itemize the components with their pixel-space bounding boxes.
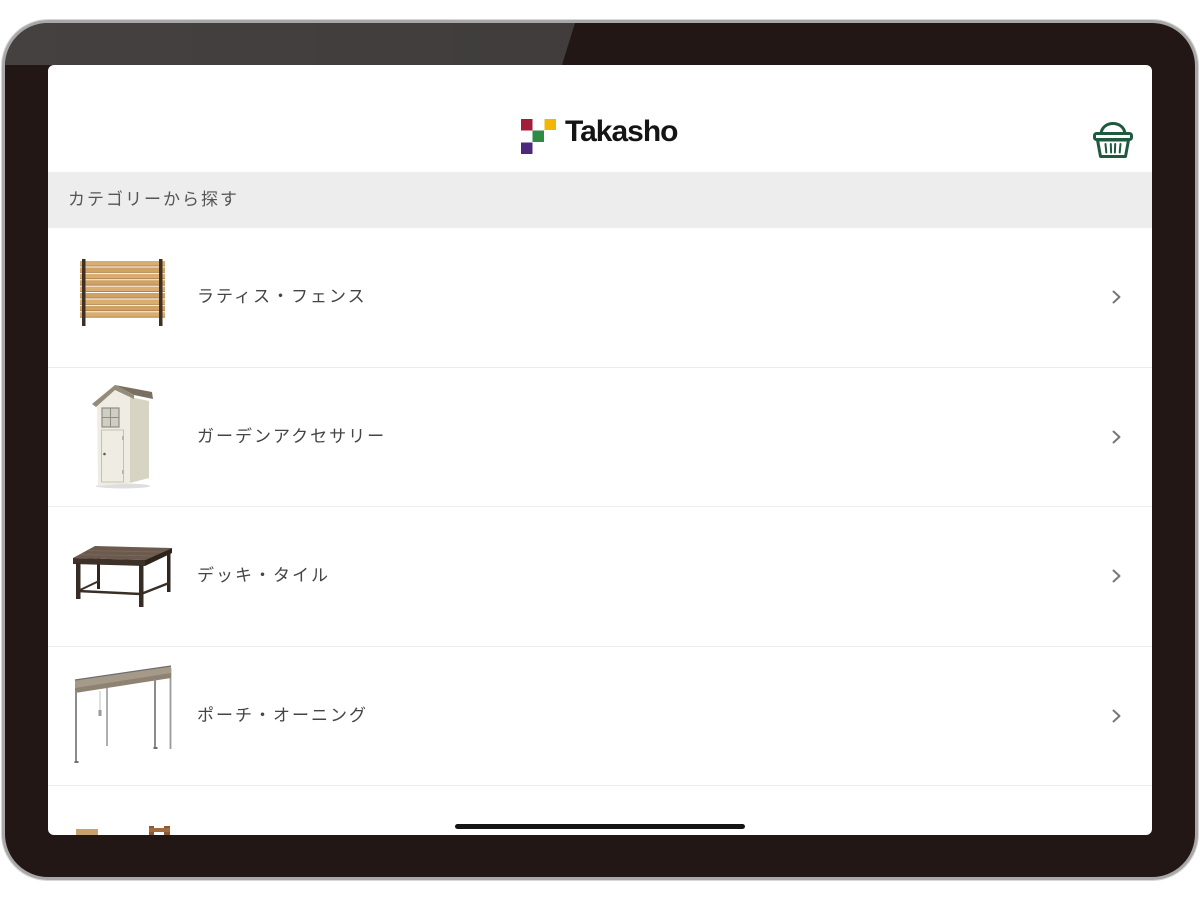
- wooden-item-picture: [76, 826, 170, 835]
- category-item-deck-tile[interactable]: デッキ・タイル: [48, 507, 1152, 647]
- logo-square-red: [521, 119, 533, 131]
- porch-awning-picture: [74, 665, 172, 763]
- app-screen: Takasho カテゴリーから探す ラティス・フェンス ガーデンアクセサリー デ…: [48, 65, 1152, 835]
- section-title: カテゴリーから探す: [68, 190, 239, 210]
- category-label: ラティス・フェンス: [197, 287, 367, 308]
- porch-awning-image: [72, 661, 172, 771]
- deck-table-image: [72, 521, 172, 631]
- home-indicator: [455, 824, 745, 829]
- wooden-item-image: [72, 800, 172, 835]
- deck-table-picture: [73, 546, 172, 608]
- category-item-garden-accessory[interactable]: ガーデンアクセサリー: [48, 368, 1152, 507]
- logo-square-yellow: [544, 119, 556, 130]
- category-list: ラティス・フェンス ガーデンアクセサリー デッキ・タイル ポーチ・オーニング: [48, 228, 1152, 835]
- takasho-logo[interactable]: Takasho: [521, 115, 686, 155]
- app-header: Takasho: [48, 65, 1152, 172]
- logo-square-purple: [521, 142, 533, 154]
- logo-mark-icon: [521, 119, 556, 154]
- category-label: ポーチ・オーニング: [197, 705, 368, 726]
- chevron-right-icon: [1112, 569, 1121, 583]
- logo-square-green: [532, 130, 544, 142]
- chevron-right-icon: [1112, 709, 1121, 723]
- category-label: デッキ・タイル: [197, 566, 330, 587]
- lattice-fence-picture: [80, 259, 165, 327]
- cart-button[interactable]: [1092, 117, 1134, 159]
- category-label: ガーデンアクセサリー: [197, 426, 387, 447]
- garden-shed-picture: [92, 384, 153, 489]
- basket-icon: [1093, 122, 1133, 158]
- garden-shed-image: [72, 382, 172, 492]
- section-header: カテゴリーから探す: [48, 172, 1152, 228]
- logo-wordmark: Takasho: [565, 115, 678, 148]
- category-item-lattice-fence[interactable]: ラティス・フェンス: [48, 228, 1152, 368]
- category-item-porch-awning[interactable]: ポーチ・オーニング: [48, 647, 1152, 786]
- chevron-right-icon: [1112, 430, 1121, 444]
- lattice-fence-image: [72, 242, 172, 352]
- chevron-right-icon: [1112, 290, 1121, 304]
